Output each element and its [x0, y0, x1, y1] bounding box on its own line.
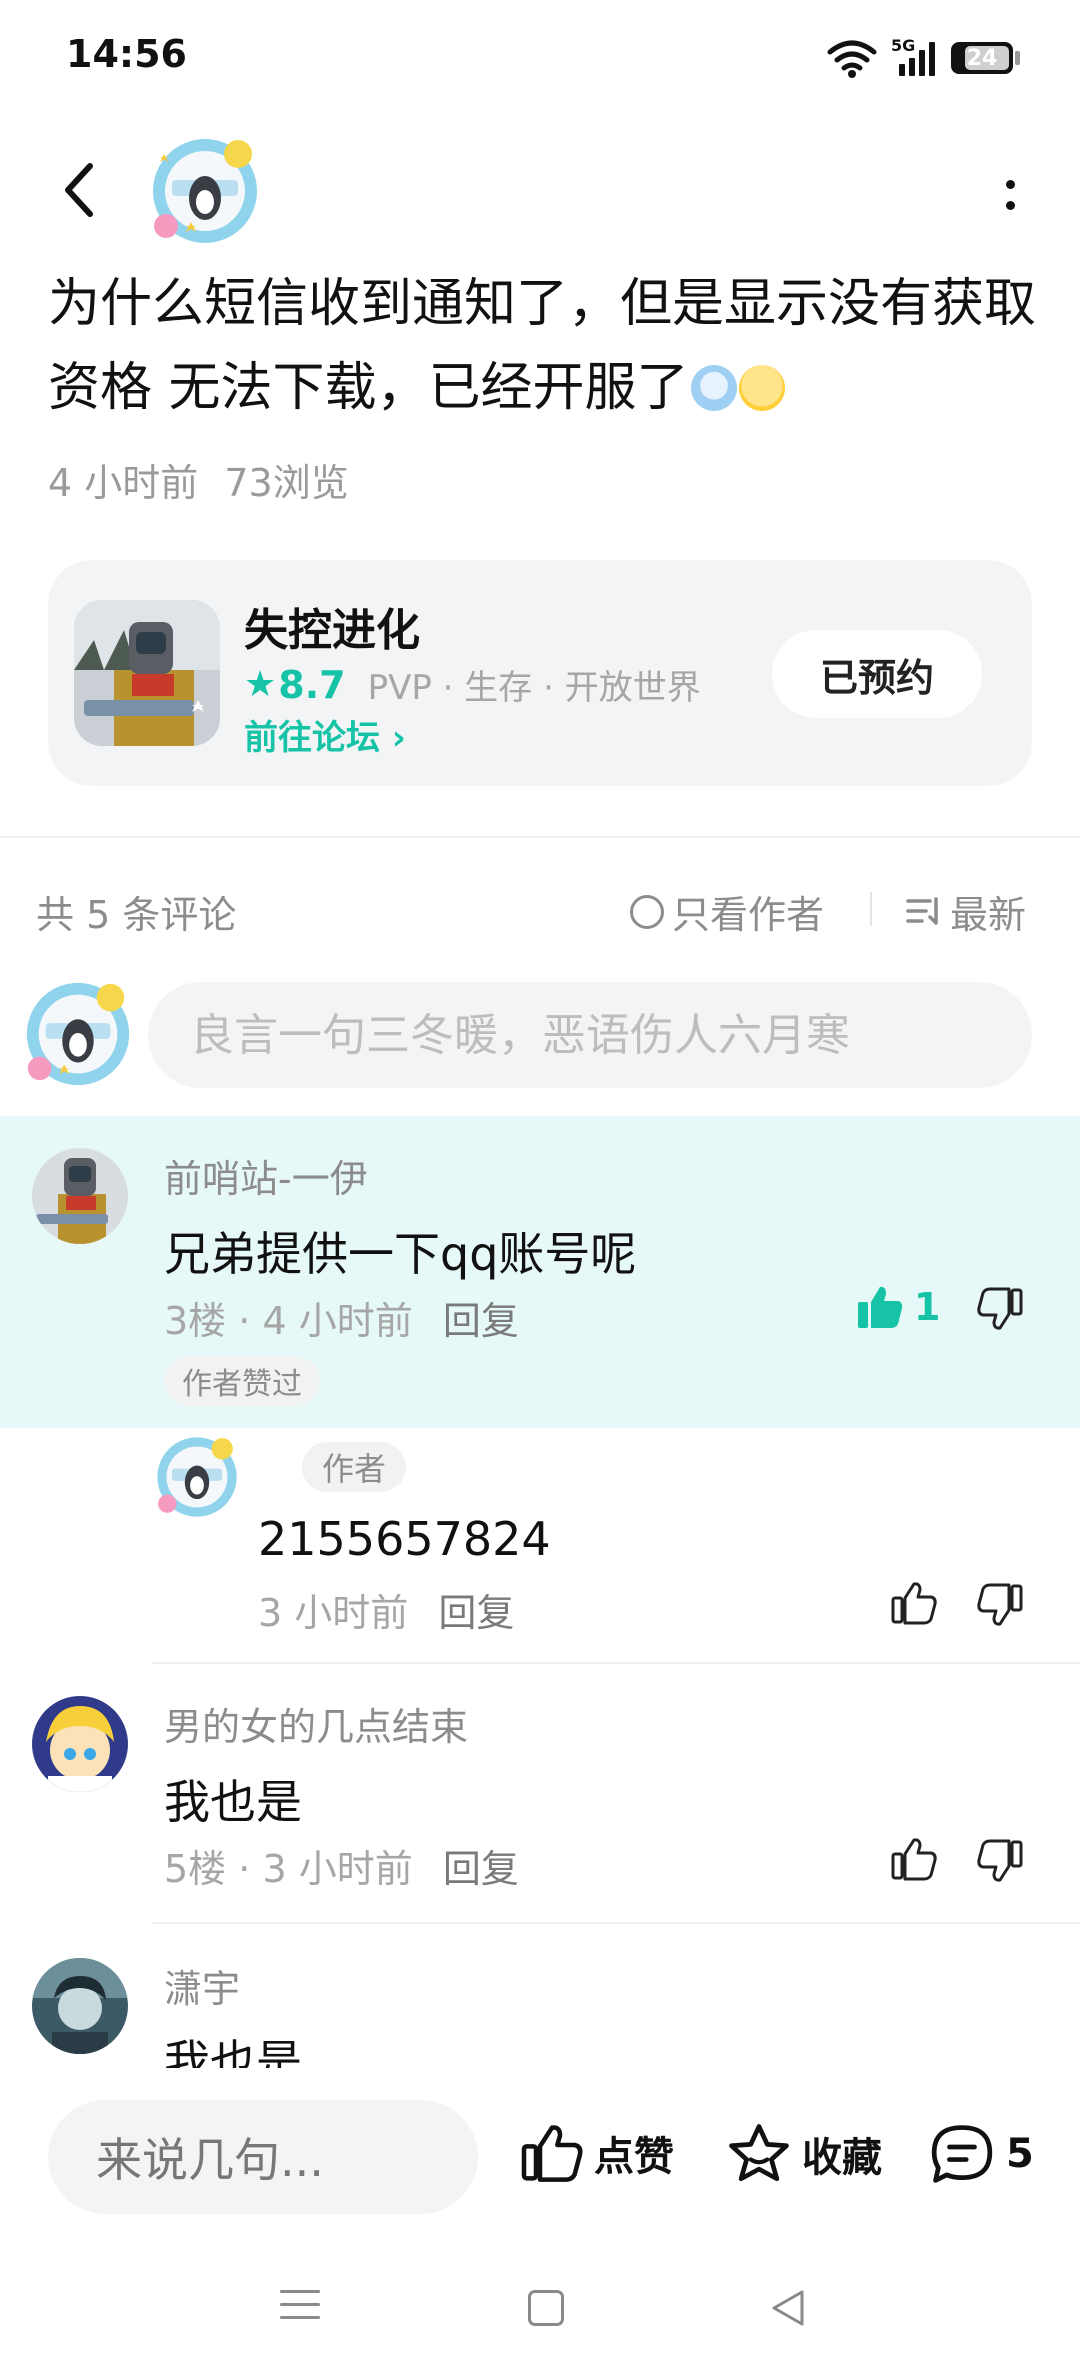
section-divider: [0, 836, 1080, 838]
like-post-button[interactable]: 点赞: [520, 2122, 674, 2184]
bottom-comment-input[interactable]: 来说几句...: [48, 2100, 478, 2214]
thumbs-down-icon: [977, 1287, 1023, 1330]
game-rating-row: ★ 8.7 PVP · 生存 · 开放世界: [244, 660, 701, 709]
comments-count: 共 5 条评论: [36, 893, 237, 937]
comment-user[interactable]: 男的女的几点结束: [164, 1696, 468, 1751]
comment-count: 5: [1006, 2131, 1034, 2177]
game-icon[interactable]: [74, 600, 220, 746]
post-title: 为什么短信收到通知了，但是显示没有获取资格 无法下载，已经开服了: [48, 262, 1038, 430]
comment-user[interactable]: 前哨站-一伊: [164, 1148, 368, 1203]
only-author-toggle[interactable]: 只看作者: [630, 884, 824, 939]
dislike-button[interactable]: [976, 1582, 1024, 1632]
comment-text: 兄弟提供一下qq账号呢: [164, 1227, 637, 1281]
thumbs-down-icon: [977, 1839, 1023, 1882]
sweat-face-emoji-icon: [738, 365, 785, 411]
thumbs-up-icon: [891, 1838, 937, 1881]
reply-button[interactable]: 回复: [443, 1847, 519, 1891]
post-views: 73浏览: [224, 461, 349, 505]
comments-button[interactable]: 5: [928, 2122, 1034, 2186]
more-options-button[interactable]: [990, 170, 1030, 220]
sort-label: 最新: [950, 893, 1027, 937]
sort-icon: [906, 896, 938, 925]
commenter-avatar[interactable]: [32, 1148, 128, 1244]
comment-text: 我也是: [164, 2035, 302, 2068]
scared-face-emoji-icon: [690, 365, 737, 411]
like-button[interactable]: [890, 1836, 938, 1886]
row-divider: [152, 1662, 1080, 1664]
author-avatar[interactable]: [146, 132, 264, 250]
comment-text: 我也是: [164, 1775, 302, 1829]
more-vertical-icon: [1005, 180, 1015, 189]
like-button[interactable]: [890, 1580, 938, 1630]
commenter-avatar[interactable]: [32, 1696, 128, 1792]
reply-time: 3 小时前: [258, 1591, 409, 1635]
comment-input[interactable]: [148, 982, 1032, 1088]
author-tag: 作者: [302, 1442, 407, 1492]
wifi-icon: [827, 40, 877, 78]
comment-meta: 3楼 · 4 小时前 回复: [164, 1299, 519, 1343]
battery-icon: 24: [951, 42, 1013, 74]
status-time: 14:56: [66, 32, 187, 76]
reply-author-avatar[interactable]: [152, 1432, 242, 1522]
reply-button[interactable]: 回复: [443, 1299, 519, 1343]
chevron-left-icon: [65, 163, 93, 217]
radio-circle-icon: [630, 894, 664, 929]
reply-meta: 3 小时前 回复: [258, 1582, 514, 1637]
game-name[interactable]: 失控进化: [244, 594, 420, 658]
thumbs-up-icon: [891, 1582, 937, 1625]
reserved-button[interactable]: 已预约: [772, 630, 982, 718]
post-time: 4 小时前: [48, 461, 199, 505]
thumbs-up-icon: [521, 2125, 583, 2182]
comment-floor: 5楼: [164, 1847, 227, 1891]
comment-time: 3 小时前: [262, 1847, 413, 1891]
dislike-button[interactable]: [976, 1838, 1024, 1888]
nav-back-button[interactable]: [768, 2288, 808, 2332]
battery-level: 24: [966, 45, 998, 71]
commenter-avatar[interactable]: [32, 1958, 128, 2054]
like-count: 1: [914, 1285, 941, 1329]
back-button[interactable]: [50, 160, 110, 220]
post-title-text: 为什么短信收到通知了，但是显示没有获取资格 无法下载，已经开服了: [48, 274, 1037, 418]
toolbar-separator: [870, 892, 872, 926]
comment-bubble-icon: [931, 2125, 993, 2183]
reply-button[interactable]: 回复: [438, 1591, 514, 1635]
comment-meta: 5楼 · 3 小时前 回复: [164, 1847, 519, 1891]
sort-latest-button[interactable]: 最新: [906, 884, 1026, 939]
only-author-label: 只看作者: [672, 893, 825, 937]
thumbs-up-filled-icon: [858, 1286, 903, 1328]
my-avatar: [20, 976, 136, 1092]
comment-user[interactable]: 潇宇: [164, 1958, 240, 2013]
signal-icon: 5G: [891, 36, 937, 78]
post-meta: 4 小时前 73浏览: [48, 452, 349, 507]
like-button[interactable]: 1: [856, 1284, 940, 1330]
author-liked-badge: 作者赞过: [164, 1356, 320, 1406]
comment-floor: 3楼: [164, 1299, 227, 1343]
triangle-back-icon: [772, 2290, 804, 2326]
dislike-button[interactable]: [976, 1286, 1024, 1336]
star-icon: ★: [244, 664, 277, 705]
favorite-button[interactable]: 收藏: [726, 2122, 882, 2186]
comment-time: 4 小时前: [262, 1299, 413, 1343]
status-icons: 5G 24: [827, 36, 1020, 78]
go-to-forum-link[interactable]: 前往论坛 ›: [244, 710, 406, 759]
nav-home-button[interactable]: [528, 2290, 564, 2326]
reply-text: 2155657824: [258, 1512, 551, 1566]
game-rating: 8.7: [278, 662, 346, 707]
row-divider: [152, 1922, 1080, 1924]
like-post-label: 点赞: [594, 2134, 674, 2180]
star-outline-icon: [729, 2124, 789, 2182]
favorite-label: 收藏: [802, 2135, 882, 2181]
game-tags: PVP · 生存 · 开放世界: [367, 668, 701, 708]
menu-icon: [280, 2290, 320, 2293]
nav-recents-button[interactable]: [280, 2290, 320, 2319]
thumbs-down-icon: [977, 1583, 1023, 1626]
